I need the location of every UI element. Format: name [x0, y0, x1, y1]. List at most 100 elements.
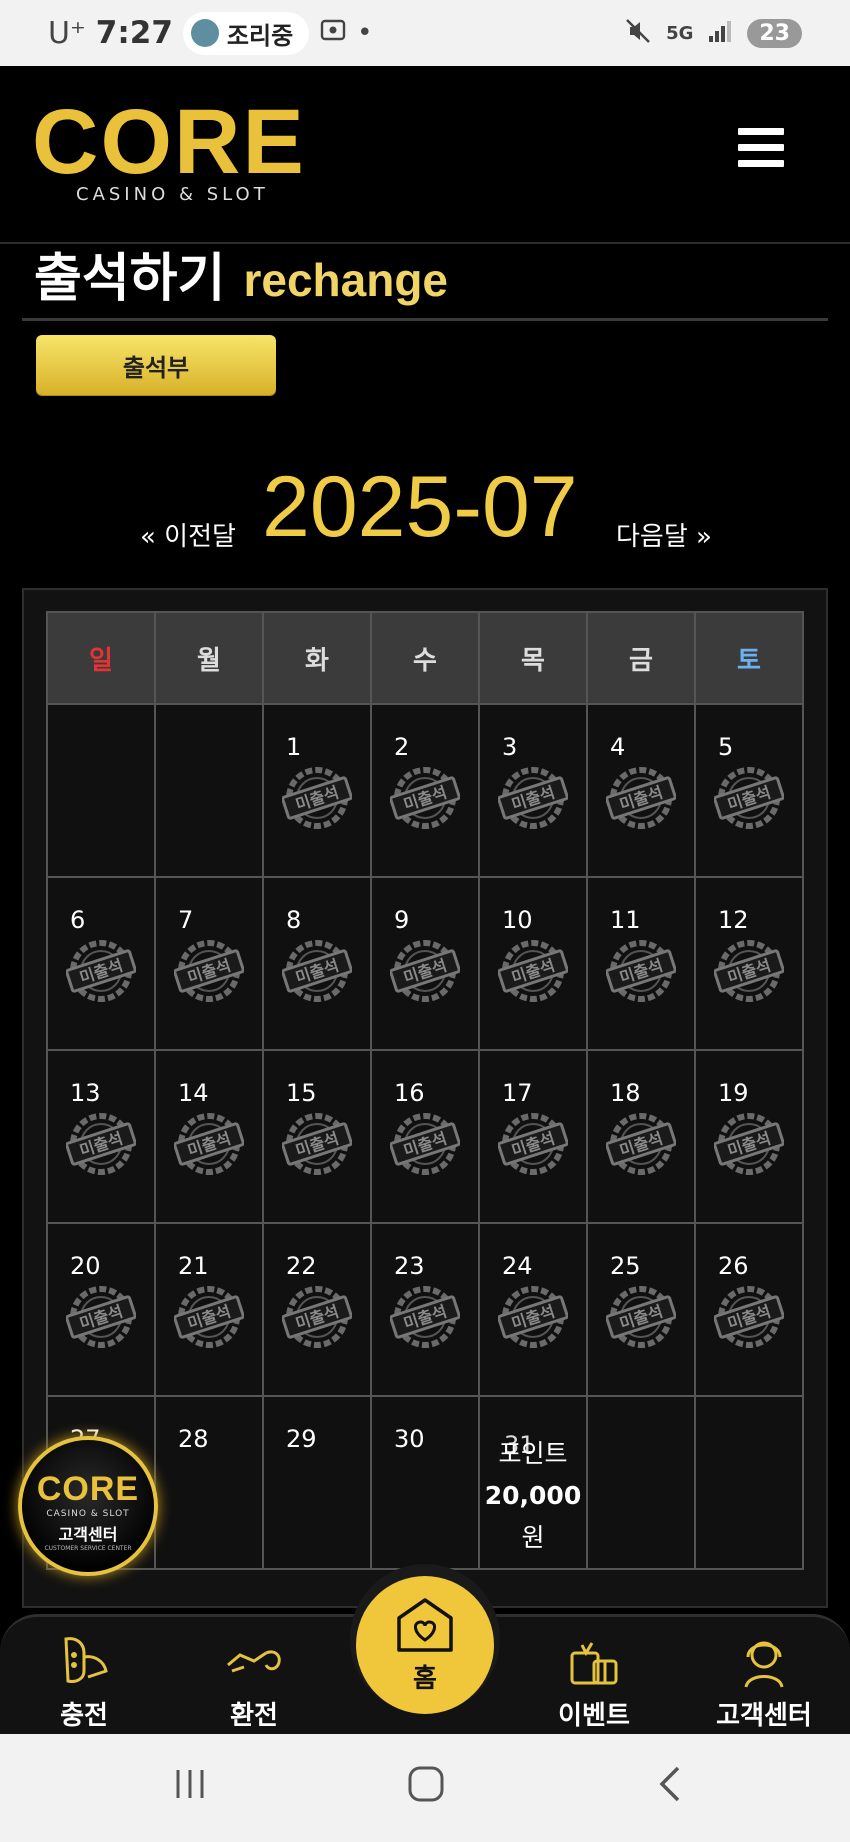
- calendar-day-cell: 31 포인트 20,000 원: [478, 1395, 588, 1570]
- weekday-thu: 목: [478, 611, 588, 705]
- day-number: 24: [502, 1252, 533, 1280]
- nav-charge[interactable]: 충전: [24, 1631, 144, 1732]
- absent-stamp-icon: 미출석: [174, 1113, 244, 1175]
- weekday-fri: 금: [586, 611, 696, 705]
- day-number: 4: [610, 733, 626, 761]
- day-number: 23: [394, 1252, 425, 1280]
- day-number: 7: [178, 906, 194, 934]
- back-icon[interactable]: [650, 1764, 690, 1804]
- weekday-mon: 월: [154, 611, 264, 705]
- day-number: 8: [286, 906, 302, 934]
- day-number: 3: [502, 733, 518, 761]
- absent-stamp-icon: 미출석: [390, 1113, 460, 1175]
- calendar-day-cell: 3 미출석: [478, 703, 588, 878]
- recent-apps-icon[interactable]: [170, 1764, 210, 1804]
- day-number: 26: [718, 1252, 749, 1280]
- day-number: 21: [178, 1252, 209, 1280]
- absent-stamp-icon: 미출석: [282, 1286, 352, 1348]
- status-bar: U⁺ 7:27 조리중 • 5G 23: [0, 0, 850, 66]
- day-number: 14: [178, 1079, 209, 1107]
- absent-stamp-icon: 미출석: [390, 940, 460, 1002]
- calendar-day-cell: 5 미출석: [694, 703, 804, 878]
- site-header: CORE CASINO & SLOT: [0, 66, 850, 244]
- day-number: 30: [394, 1425, 425, 1453]
- nav-event[interactable]: 이벤트: [534, 1631, 654, 1732]
- screenshot-icon: [319, 16, 347, 51]
- page-title: 출석하기 rechange: [34, 236, 448, 311]
- attendance-book-button[interactable]: 출석부: [36, 335, 276, 395]
- weekday-sat: 토: [694, 611, 804, 705]
- reward-amount: 20,000: [484, 1481, 582, 1510]
- calendar-day-cell: 29: [262, 1395, 372, 1570]
- calendar-empty-cell: [46, 703, 156, 878]
- signal-icon: [707, 18, 733, 48]
- calendar-day-cell: 16 미출석: [370, 1049, 480, 1224]
- calendar-day-cell: 4 미출석: [586, 703, 696, 878]
- nav-exchange-label: 환전: [230, 1701, 278, 1731]
- month-navigation: « 이전달 2025-07 다음달 »: [0, 450, 850, 560]
- support-logo-sub: CASINO & SLOT: [46, 1509, 130, 1519]
- calendar-day-cell: 7 미출석: [154, 876, 264, 1051]
- calendar-day-cell: 30: [370, 1395, 480, 1570]
- dot-icon: •: [357, 18, 373, 48]
- nav-home-button[interactable]: 홈: [356, 1576, 494, 1714]
- absent-stamp-icon: 미출석: [606, 940, 676, 1002]
- calendar-day-cell: 18 미출석: [586, 1049, 696, 1224]
- hamburger-menu-icon[interactable]: [738, 128, 784, 168]
- support-logo: CORE: [36, 1470, 140, 1508]
- calendar-day-cell: 13 미출석: [46, 1049, 156, 1224]
- system-nav-bar: [0, 1734, 850, 1842]
- calendar-day-cell: 12 미출석: [694, 876, 804, 1051]
- reward-info: 포인트 20,000 원: [480, 1433, 586, 1559]
- absent-stamp-icon: 미출석: [498, 767, 568, 829]
- day-number: 11: [610, 906, 641, 934]
- day-number: 19: [718, 1079, 749, 1107]
- network-label: 5G: [666, 22, 694, 44]
- day-number: 9: [394, 906, 410, 934]
- absent-stamp-icon: 미출석: [714, 940, 784, 1002]
- calendar-day-cell: 11 미출석: [586, 876, 696, 1051]
- reward-label: 포인트: [498, 1439, 568, 1468]
- site-logo[interactable]: CORE CASINO & SLOT: [32, 96, 306, 205]
- carrier-label: U⁺: [48, 15, 86, 51]
- absent-stamp-icon: 미출석: [66, 1286, 136, 1348]
- day-number: 10: [502, 906, 533, 934]
- day-number: 5: [718, 733, 734, 761]
- day-number: 13: [70, 1079, 101, 1107]
- day-number: 1: [286, 733, 302, 761]
- absent-stamp-icon: 미출석: [714, 767, 784, 829]
- day-number: 12: [718, 906, 749, 934]
- calendar-day-cell: 23 미출석: [370, 1222, 480, 1397]
- nav-support[interactable]: 고객센터: [704, 1631, 824, 1732]
- absent-stamp-icon: 미출석: [282, 767, 352, 829]
- calendar-day-cell: 21 미출석: [154, 1222, 264, 1397]
- calendar-day-cell: 2 미출석: [370, 703, 480, 878]
- day-number: 2: [394, 733, 410, 761]
- reward-unit: 원: [521, 1523, 545, 1552]
- home-system-icon[interactable]: [406, 1764, 446, 1804]
- calendar-day-cell: 1 미출석: [262, 703, 372, 878]
- calendar-day-cell: 22 미출석: [262, 1222, 372, 1397]
- absent-stamp-icon: 미출석: [282, 940, 352, 1002]
- nav-exchange[interactable]: 환전: [194, 1631, 314, 1732]
- next-month-link[interactable]: 다음달 »: [616, 516, 712, 553]
- prev-month-link[interactable]: « 이전달: [140, 516, 236, 553]
- weekday-sun: 일: [46, 611, 156, 705]
- calendar-week-row: 2728293031포인트20,000원: [46, 1395, 804, 1570]
- title-divider: [22, 318, 828, 321]
- calendar-week-row: 6 미출석 7 미출석 8 미출석 9 미출석 10 미출석 11 미출석 12 미출석: [46, 876, 804, 1051]
- notification-pill[interactable]: 조리중: [182, 11, 310, 55]
- calendar-day-cell: 25 미출석: [586, 1222, 696, 1397]
- weekday-header-row: 일 월 화 수 목 금 토: [46, 611, 804, 705]
- attendance-calendar: 일 월 화 수 목 금 토 1 미출석 2 미출석 3 미출석 4 미출석 5 미출석 6 미출석 7 미…: [46, 611, 804, 1570]
- calendar-week-row: 13 미출석 14 미출석 15 미출석 16 미출석 17 미출석 18 미출석 19 미출석: [46, 1049, 804, 1224]
- day-number: 20: [70, 1252, 101, 1280]
- calendar-day-cell: 8 미출석: [262, 876, 372, 1051]
- nav-home-label: 홈: [413, 1663, 437, 1694]
- absent-stamp-icon: 미출석: [498, 1286, 568, 1348]
- absent-stamp-icon: 미출석: [498, 940, 568, 1002]
- day-number: 17: [502, 1079, 533, 1107]
- floating-support-button[interactable]: CORE CASINO & SLOT 고객센터 CUSTOMER SERVICE…: [18, 1436, 158, 1576]
- gift-event-icon: [570, 1642, 618, 1685]
- calendar-day-cell: 20 미출석: [46, 1222, 156, 1397]
